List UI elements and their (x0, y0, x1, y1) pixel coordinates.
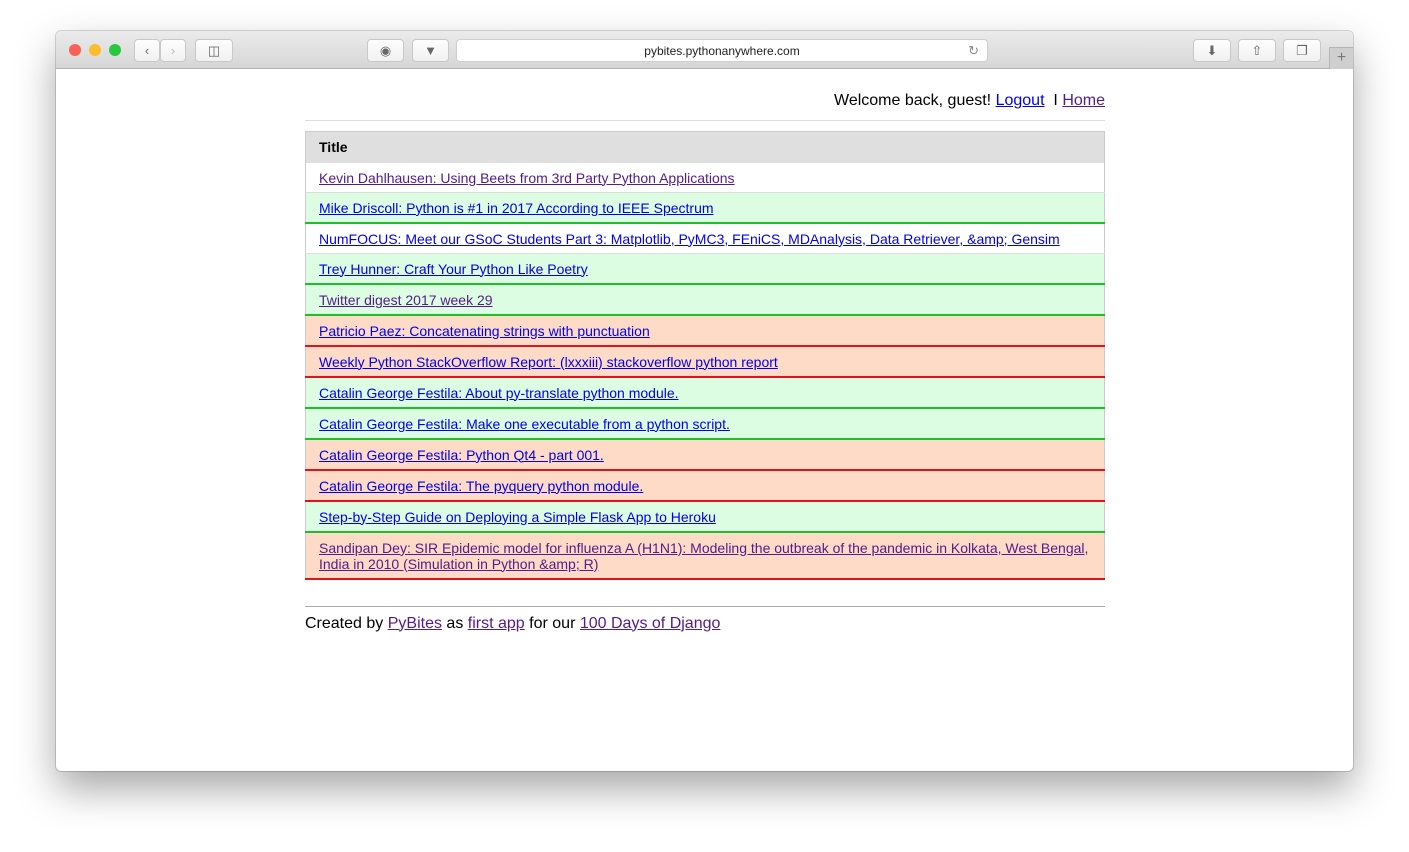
first-app-link[interactable]: first app (468, 615, 525, 632)
sidebar-icon[interactable]: ◫ (195, 39, 233, 62)
zoom-window-button[interactable] (109, 44, 121, 56)
table-row: Trey Hunner: Craft Your Python Like Poet… (305, 253, 1105, 285)
downloads-icon[interactable]: ⬇ (1193, 39, 1231, 62)
table-row: Mike Driscoll: Python is #1 in 2017 Acco… (305, 192, 1105, 224)
title-cell: Sandipan Dey: SIR Epidemic model for inf… (305, 531, 1105, 580)
title-cell: Trey Hunner: Craft Your Python Like Poet… (305, 253, 1105, 285)
browser-window: ‹ › ◫ ◉ ▼ pybites.pythonanywhere.com ↻ ⬇… (56, 31, 1353, 771)
footer-text: Created by (305, 614, 384, 632)
separator: I (1053, 92, 1058, 109)
logout-link[interactable]: Logout (996, 92, 1045, 109)
title-cell: Kevin Dahlhausen: Using Beets from 3rd P… (305, 162, 1105, 193)
title-cell: Twitter digest 2017 week 29 (305, 283, 1105, 316)
title-cell: Catalin George Festila: About py-transla… (305, 376, 1105, 409)
table-row: Catalin George Festila: Make one executa… (305, 407, 1105, 440)
url-text: pybites.pythonanywhere.com (644, 43, 800, 58)
article-link[interactable]: Mike Driscoll: Python is #1 in 2017 Acco… (319, 200, 714, 216)
share-icon[interactable]: ⇧ (1238, 39, 1276, 62)
title-cell: Catalin George Festila: Make one executa… (305, 407, 1105, 440)
100-days-of-django-link[interactable]: 100 Days of Django (580, 615, 721, 632)
title-cell: Mike Driscoll: Python is #1 in 2017 Acco… (305, 192, 1105, 224)
table-row: Catalin George Festila: About py-transla… (305, 376, 1105, 409)
pybites-link[interactable]: PyBites (388, 615, 442, 632)
table-row: Kevin Dahlhausen: Using Beets from 3rd P… (305, 162, 1105, 193)
evernote-icon[interactable]: ◉ (367, 39, 404, 62)
welcome-text: Welcome back, guest! (834, 92, 992, 109)
table-row: Catalin George Festila: The pyquery pyth… (305, 469, 1105, 502)
article-link[interactable]: Twitter digest 2017 week 29 (319, 292, 493, 308)
address-bar[interactable]: pybites.pythonanywhere.com ↻ (456, 39, 988, 62)
article-link[interactable]: Sandipan Dey: SIR Epidemic model for inf… (319, 540, 1088, 572)
tabs-icon[interactable]: ❐ (1283, 39, 1321, 62)
title-cell: Catalin George Festila: Python Qt4 - par… (305, 438, 1105, 471)
table-row: Step-by-Step Guide on Deploying a Simple… (305, 500, 1105, 533)
home-link[interactable]: Home (1062, 92, 1105, 109)
footer-text: as (446, 614, 464, 632)
title-cell: Weekly Python StackOverflow Report: (lxx… (305, 345, 1105, 378)
back-button[interactable]: ‹ (134, 39, 160, 62)
table-row: Patricio Paez: Concatenating strings wit… (305, 314, 1105, 347)
article-link[interactable]: Catalin George Festila: About py-transla… (319, 385, 679, 401)
divider (305, 120, 1105, 121)
article-link[interactable]: Step-by-Step Guide on Deploying a Simple… (319, 509, 716, 525)
articles-table: Title Kevin Dahlhausen: Using Beets from… (305, 131, 1105, 580)
title-cell: Patricio Paez: Concatenating strings wit… (305, 314, 1105, 347)
article-link[interactable]: Kevin Dahlhausen: Using Beets from 3rd P… (319, 170, 735, 186)
title-cell: NumFOCUS: Meet our GSoC Students Part 3:… (305, 222, 1105, 254)
forward-button[interactable]: › (160, 39, 186, 62)
article-link[interactable]: Catalin George Festila: Python Qt4 - par… (319, 447, 604, 463)
footer: Created by PyBites as first app for our … (305, 605, 1105, 633)
title-cell: Step-by-Step Guide on Deploying a Simple… (305, 500, 1105, 533)
table-row: NumFOCUS: Meet our GSoC Students Part 3:… (305, 222, 1105, 254)
title-column-header: Title (305, 131, 1105, 163)
table-row: Twitter digest 2017 week 29 (305, 283, 1105, 316)
table-row: Sandipan Dey: SIR Epidemic model for inf… (305, 531, 1105, 580)
article-link[interactable]: Trey Hunner: Craft Your Python Like Poet… (319, 261, 588, 277)
title-cell: Catalin George Festila: The pyquery pyth… (305, 469, 1105, 502)
browser-toolbar: ‹ › ◫ ◉ ▼ pybites.pythonanywhere.com ↻ ⬇… (56, 31, 1353, 69)
article-link[interactable]: Weekly Python StackOverflow Report: (lxx… (319, 354, 778, 370)
table-row: Weekly Python StackOverflow Report: (lxx… (305, 345, 1105, 378)
pocket-icon[interactable]: ▼ (412, 39, 449, 62)
minimize-window-button[interactable] (89, 44, 101, 56)
article-link[interactable]: Patricio Paez: Concatenating strings wit… (319, 323, 650, 339)
footer-text: for our (529, 614, 576, 632)
article-link[interactable]: NumFOCUS: Meet our GSoC Students Part 3:… (319, 231, 1060, 247)
page-content: Welcome back, guest! Logout I Home Title… (305, 69, 1105, 633)
article-link[interactable]: Catalin George Festila: Make one executa… (319, 416, 730, 432)
close-window-button[interactable] (69, 44, 81, 56)
table-row: Catalin George Festila: Python Qt4 - par… (305, 438, 1105, 471)
new-tab-button[interactable]: + (1329, 47, 1353, 69)
user-header: Welcome back, guest! Logout I Home (305, 91, 1105, 110)
reload-icon[interactable]: ↻ (968, 43, 979, 59)
article-link[interactable]: Catalin George Festila: The pyquery pyth… (319, 478, 643, 494)
